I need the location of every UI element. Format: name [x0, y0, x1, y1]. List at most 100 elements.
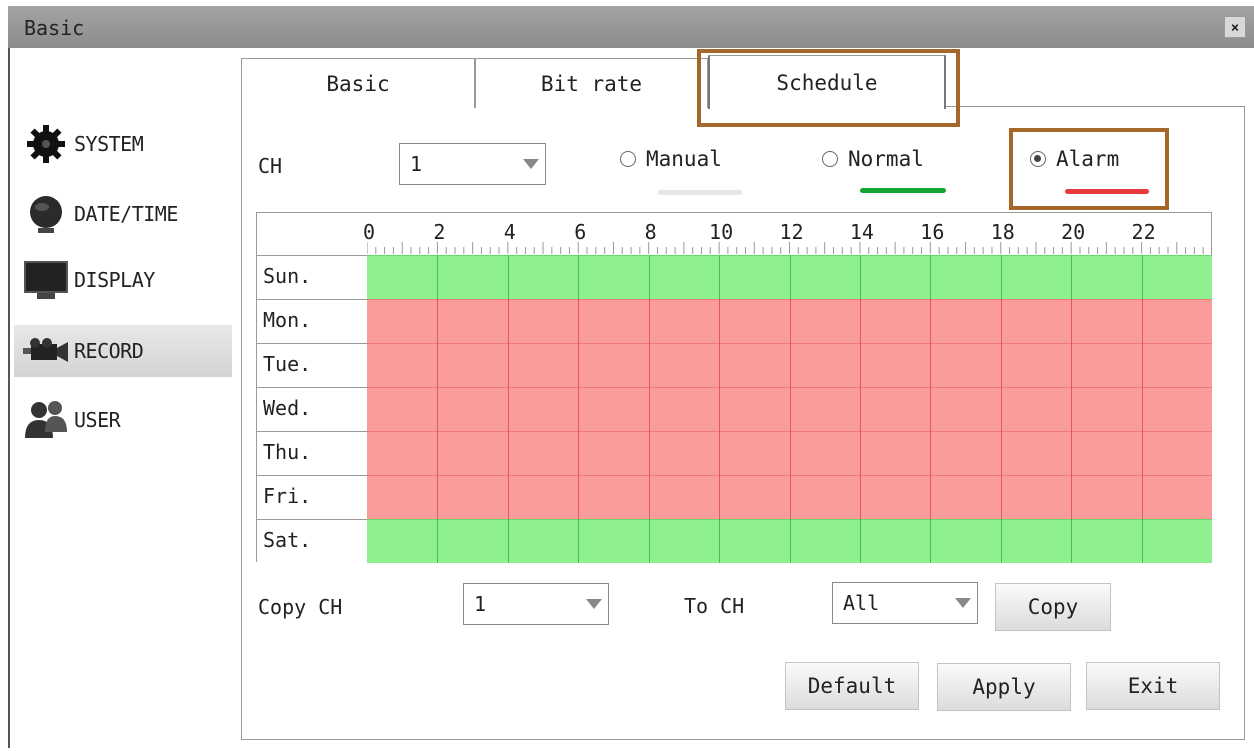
grid-line — [930, 387, 932, 431]
ch-value: 1 — [410, 152, 423, 176]
grid-line — [1071, 299, 1073, 343]
grid-line — [1000, 519, 1002, 563]
title-bar: Basic × — [8, 6, 1254, 48]
grid-line — [789, 387, 791, 431]
hour-label: 4 — [503, 220, 516, 244]
tab-bit-rate[interactable]: Bit rate — [475, 58, 708, 108]
grid-line — [437, 299, 439, 343]
grid-line — [1141, 475, 1143, 519]
ch-label: CH — [258, 154, 283, 178]
grid-line — [859, 519, 861, 563]
hour-label: 8 — [644, 220, 657, 244]
grid-line — [578, 431, 580, 475]
default-button[interactable]: Default — [785, 662, 919, 710]
grid-line — [578, 343, 580, 387]
radio-circle-icon — [620, 151, 636, 167]
radio-label: Normal — [848, 147, 924, 171]
grid-line — [789, 299, 791, 343]
grid-line — [437, 431, 439, 475]
grid-line — [859, 343, 861, 387]
grid-line — [1071, 475, 1073, 519]
tab-label: Basic — [326, 71, 390, 96]
chevron-down-icon — [586, 599, 602, 609]
day-label: Thu. — [257, 431, 367, 475]
grid-line — [437, 519, 439, 563]
grid-line — [719, 343, 721, 387]
grid-line — [859, 299, 861, 343]
copy-button[interactable]: Copy — [995, 583, 1111, 631]
grid-line — [1141, 299, 1143, 343]
gear-icon — [20, 120, 72, 168]
grid-line — [578, 299, 580, 343]
globe-icon — [20, 190, 72, 238]
radio-circle-icon — [1030, 151, 1046, 167]
copy-ch-value: 1 — [474, 592, 487, 616]
window-title: Basic — [24, 16, 85, 40]
tab-basic[interactable]: Basic — [241, 58, 475, 108]
sidebar-item-label: USER — [74, 408, 121, 432]
sidebar-item-system[interactable]: SYSTEM — [14, 118, 232, 170]
tab-schedule[interactable]: Schedule — [708, 55, 946, 109]
grid-line — [437, 343, 439, 387]
hour-label: 0 — [362, 220, 376, 244]
close-button[interactable]: × — [1224, 16, 1246, 38]
grid-line — [507, 519, 509, 563]
hour-label: 10 — [709, 220, 734, 244]
hour-label: 22 — [1131, 220, 1156, 244]
grid-line — [719, 475, 721, 519]
grid-line — [1000, 475, 1002, 519]
radio-normal[interactable]: Normal — [822, 147, 924, 171]
hour-label: 6 — [574, 220, 587, 244]
sidebar-item-label: DISPLAY — [74, 268, 155, 292]
window-border — [8, 48, 10, 748]
hour-label: 20 — [1061, 220, 1086, 244]
day-label: Wed. — [257, 387, 367, 431]
grid-line — [578, 475, 580, 519]
day-label: Mon. — [257, 299, 367, 343]
hour-label: 16 — [920, 220, 945, 244]
grid-line — [1000, 431, 1002, 475]
grid-line — [648, 343, 650, 387]
grid-line — [719, 299, 721, 343]
copy-ch-label: Copy CH — [258, 595, 343, 619]
grid-line — [789, 255, 791, 299]
day-label: Tue. — [257, 343, 367, 387]
normal-color-legend — [860, 188, 946, 193]
apply-button[interactable]: Apply — [937, 663, 1071, 711]
grid-line — [1071, 431, 1073, 475]
sidebar-item-display[interactable]: DISPLAY — [14, 254, 232, 306]
grid-line — [437, 255, 439, 299]
day-label: Sun. — [257, 255, 367, 299]
grid-line — [719, 255, 721, 299]
grid-line — [648, 255, 650, 299]
grid-line — [930, 343, 932, 387]
sidebar-item-datetime[interactable]: DATE/TIME — [14, 188, 232, 240]
radio-manual[interactable]: Manual — [620, 147, 722, 171]
sidebar-item-label: SYSTEM — [74, 132, 144, 156]
grid-line — [507, 431, 509, 475]
grid-line — [859, 475, 861, 519]
exit-button[interactable]: Exit — [1086, 662, 1220, 710]
grid-line — [1071, 519, 1073, 563]
grid-line — [930, 431, 932, 475]
radio-selected-dot — [1034, 155, 1041, 162]
grid-line — [648, 475, 650, 519]
grid-line — [930, 255, 932, 299]
camera-icon — [20, 327, 72, 375]
sidebar-item-record[interactable]: RECORD — [14, 325, 232, 377]
grid-line — [648, 387, 650, 431]
grid-line — [578, 519, 580, 563]
ch-select[interactable]: 1 — [399, 143, 546, 185]
grid-line — [437, 475, 439, 519]
grid-line — [507, 387, 509, 431]
grid-line — [507, 299, 509, 343]
grid-line — [648, 519, 650, 563]
copy-ch-select[interactable]: 1 — [463, 583, 609, 625]
sidebar-item-user[interactable]: USER — [14, 394, 232, 446]
to-ch-select[interactable]: All — [832, 582, 978, 624]
grid-line — [578, 255, 580, 299]
grid-line — [1141, 343, 1143, 387]
grid-line — [648, 431, 650, 475]
radio-alarm[interactable]: Alarm — [1030, 147, 1119, 171]
grid-line — [859, 255, 861, 299]
